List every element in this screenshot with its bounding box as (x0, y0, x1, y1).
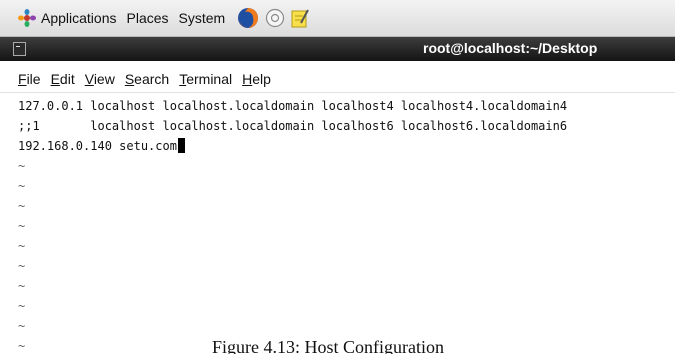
window-titlebar[interactable]: root@localhost:~/Desktop (0, 37, 675, 61)
file-mnemonic: F (18, 71, 27, 87)
file-label: ile (26, 71, 41, 87)
applications-icon[interactable] (18, 9, 36, 27)
help-mnemonic: H (242, 71, 253, 87)
empty-line-marker: ~ (18, 219, 26, 233)
hosts-line-3-text: 192.168.0.140 setu.com (18, 139, 177, 153)
hosts-line-1-text: 127.0.0.1 localhost localhost.localdomai… (18, 99, 568, 113)
places-menu[interactable]: Places (127, 10, 169, 26)
hosts-line-1: 127.0.0.1 localhost localhost.localdomai… (0, 96, 675, 116)
firefox-icon[interactable] (237, 7, 259, 29)
terminal-content[interactable]: 127.0.0.1 localhost localhost.localdomai… (0, 96, 675, 356)
notes-icon[interactable] (291, 8, 310, 28)
view-label: iew (93, 71, 115, 87)
help-icon[interactable] (265, 8, 285, 28)
search-menu[interactable]: Search (125, 71, 169, 87)
hosts-line-2-text: ;;1 localhost localhost.localdomain loca… (18, 119, 568, 133)
terminal-icon (13, 42, 26, 56)
edit-mnemonic: E (50, 71, 60, 87)
hosts-line-2: ;;1 localhost localhost.localdomain loca… (0, 116, 675, 136)
empty-line-marker: ~ (18, 159, 26, 173)
window-title: root@localhost:~/Desktop (423, 40, 598, 56)
applications-menu[interactable]: Applications (41, 10, 117, 26)
terminal-menu[interactable]: Terminal (179, 71, 232, 87)
edit-label: dit (59, 71, 75, 87)
top-panel: Applications Places System (0, 0, 675, 37)
system-menu[interactable]: System (179, 10, 226, 26)
search-mnemonic: S (124, 71, 135, 87)
empty-line-marker: ~ (18, 179, 26, 193)
window-menubar: File Edit View Search Terminal Help (0, 66, 675, 93)
help-menu[interactable]: Help (242, 71, 271, 87)
terminal-label: erminal (186, 71, 233, 87)
figure-caption: Figure 4.13: Host Configuration (212, 337, 444, 354)
text-cursor (177, 138, 185, 153)
empty-line-marker: ~ (18, 259, 26, 273)
help-label: elp (252, 71, 271, 87)
empty-line-marker: ~ (18, 319, 26, 333)
hosts-line-3: 192.168.0.140 setu.com (0, 136, 675, 156)
empty-line-marker: ~ (18, 299, 26, 313)
empty-line-marker: ~ (18, 199, 26, 213)
edit-menu[interactable]: Edit (51, 71, 75, 87)
view-menu[interactable]: View (85, 71, 115, 87)
search-label: earch (134, 71, 170, 87)
empty-line-marker: ~ (18, 279, 26, 293)
view-mnemonic: V (84, 71, 94, 87)
empty-line-marker: ~ (18, 239, 26, 253)
file-menu[interactable]: File (18, 71, 41, 87)
